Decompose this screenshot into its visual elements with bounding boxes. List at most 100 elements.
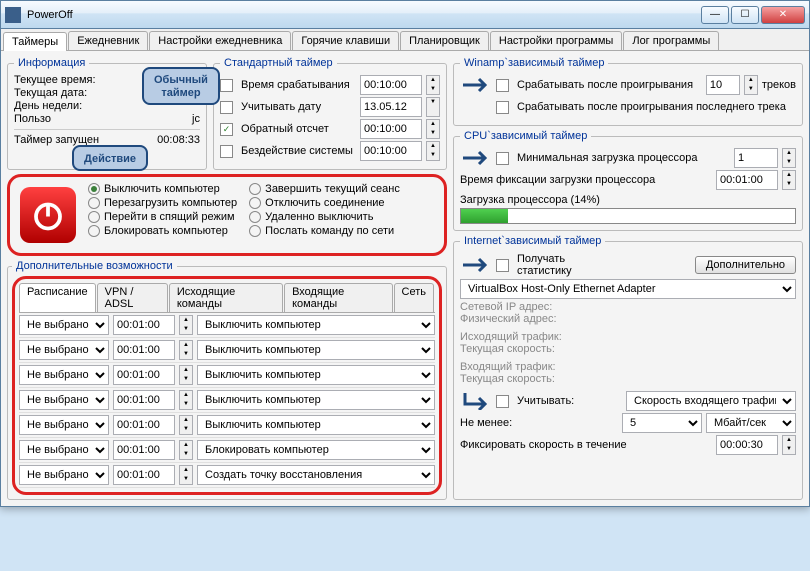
countdown-spinner[interactable]: ▲▼ xyxy=(426,119,440,139)
sched-time-input[interactable] xyxy=(113,440,175,460)
sched-select[interactable]: Не выбрано xyxy=(19,365,109,385)
get-stats-checkbox[interactable] xyxy=(496,259,509,272)
current-time-label: Текущее время: xyxy=(14,74,124,86)
sched-action-select[interactable]: Блокировать компьютер xyxy=(197,440,435,460)
sched-select[interactable]: Не выбрано xyxy=(19,390,109,410)
stab-schedule[interactable]: Расписание xyxy=(19,283,96,312)
not-less-select[interactable]: 5 xyxy=(622,413,702,433)
after-play-checkbox[interactable] xyxy=(496,79,509,92)
power-icon[interactable] xyxy=(20,187,76,243)
sched-select[interactable]: Не выбрано xyxy=(19,340,109,360)
tab-log[interactable]: Лог программы xyxy=(623,31,719,50)
after-last-label: Срабатывать после проигрывания последнег… xyxy=(517,101,796,113)
sched-action-select[interactable]: Создать точку восстановления xyxy=(197,465,435,485)
extra-button[interactable]: Дополнительно xyxy=(695,256,796,274)
sched-action-select[interactable]: Выключить компьютер xyxy=(197,315,435,335)
idle-input[interactable] xyxy=(360,141,422,161)
trigger-time-spinner[interactable]: ▲▼ xyxy=(426,75,440,95)
tab-hotkeys[interactable]: Горячие клавиши xyxy=(292,31,399,50)
tracks-spinner[interactable]: ▲▼ xyxy=(744,75,758,95)
tab-diary-settings[interactable]: Настройки ежедневника xyxy=(149,31,291,50)
stab-vpn[interactable]: VPN / ADSL xyxy=(97,283,168,312)
tab-diary[interactable]: Ежедневник xyxy=(68,31,148,50)
user-label: Пользо xyxy=(14,113,124,125)
idle-checkbox[interactable] xyxy=(220,145,233,158)
consider-checkbox[interactable] xyxy=(496,395,509,408)
fix-speed-spinner[interactable]: ▲▼ xyxy=(782,435,796,455)
tracks-label: треков xyxy=(762,79,796,91)
trigger-time-label: Время срабатывания xyxy=(241,79,356,91)
countdown-input[interactable] xyxy=(360,119,422,139)
sched-time-input[interactable] xyxy=(113,315,175,335)
consider-select[interactable]: Скорость входящего трафика xyxy=(626,391,796,411)
tracks-input[interactable] xyxy=(706,75,740,95)
callout-regular-timer: Обычный таймер xyxy=(142,67,220,105)
maximize-button[interactable]: ☐ xyxy=(731,6,759,24)
stab-incoming[interactable]: Входящие команды xyxy=(284,283,392,312)
use-date-checkbox[interactable] xyxy=(220,101,233,114)
sched-spinner[interactable]: ▲▼ xyxy=(179,440,193,460)
action-lock[interactable]: Блокировать компьютер xyxy=(88,225,237,237)
sched-select[interactable]: Не выбрано xyxy=(19,440,109,460)
internet-group: Internet`зависимый таймер Получать стати… xyxy=(453,235,803,500)
sched-spinner[interactable]: ▲▼ xyxy=(179,415,193,435)
sched-spinner[interactable]: ▲▼ xyxy=(179,390,193,410)
main-tabs: Таймеры Ежедневник Настройки ежедневника… xyxy=(1,29,809,51)
action-send-command[interactable]: Послать команду по сети xyxy=(249,225,400,237)
min-load-checkbox[interactable] xyxy=(496,152,509,165)
tab-scheduler[interactable]: Планировщик xyxy=(400,31,489,50)
extra-group: Дополнительные возможности Расписание VP… xyxy=(7,260,447,500)
sched-row: Не выбрано ▲▼Блокировать компьютер xyxy=(19,438,435,463)
sched-action-select[interactable]: Выключить компьютер xyxy=(197,415,435,435)
get-stats-label: Получать статистику xyxy=(517,253,602,277)
action-group: Выключить компьютер Перезагрузить компью… xyxy=(7,174,447,256)
close-button[interactable]: ✕ xyxy=(761,6,805,24)
sched-action-select[interactable]: Выключить компьютер xyxy=(197,390,435,410)
trigger-time-input[interactable] xyxy=(360,75,422,95)
sched-time-input[interactable] xyxy=(113,365,175,385)
unit-select[interactable]: Мбайт/сек xyxy=(706,413,796,433)
trigger-time-checkbox[interactable] xyxy=(220,79,233,92)
action-logoff[interactable]: Завершить текущий сеанс xyxy=(249,183,400,195)
sched-time-input[interactable] xyxy=(113,415,175,435)
sched-action-select[interactable]: Выключить компьютер xyxy=(197,365,435,385)
tab-timers[interactable]: Таймеры xyxy=(3,32,67,51)
idle-spinner[interactable]: ▲▼ xyxy=(426,141,440,161)
sched-spinner[interactable]: ▲▼ xyxy=(179,340,193,360)
tab-program-settings[interactable]: Настройки программы xyxy=(490,31,622,50)
use-date-input[interactable] xyxy=(360,97,422,117)
fix-time-input[interactable] xyxy=(716,170,778,190)
min-load-input[interactable] xyxy=(734,148,778,168)
adapter-select[interactable]: VirtualBox Host-Only Ethernet Adapter xyxy=(460,279,796,299)
fix-time-spinner[interactable]: ▲▼ xyxy=(782,170,796,190)
action-shutdown[interactable]: Выключить компьютер xyxy=(88,183,237,195)
action-sleep[interactable]: Перейти в спящий режим xyxy=(88,211,237,223)
stab-outgoing[interactable]: Исходящие команды xyxy=(169,283,283,312)
sched-spinner[interactable]: ▲▼ xyxy=(179,315,193,335)
date-dropdown-icon[interactable]: ▼ xyxy=(426,97,440,117)
sched-spinner[interactable]: ▲▼ xyxy=(179,365,193,385)
sched-row: Не выбрано ▲▼Выключить компьютер xyxy=(19,413,435,438)
minimize-button[interactable]: — xyxy=(701,6,729,24)
stab-network[interactable]: Сеть xyxy=(394,283,434,312)
action-disconnect[interactable]: Отключить соединение xyxy=(249,197,400,209)
sched-action-select[interactable]: Выключить компьютер xyxy=(197,340,435,360)
sched-time-input[interactable] xyxy=(113,465,175,485)
sched-select[interactable]: Не выбрано xyxy=(19,465,109,485)
fix-speed-input[interactable] xyxy=(716,435,778,455)
titlebar[interactable]: PowerOff — ☐ ✕ xyxy=(1,1,809,29)
window-title: PowerOff xyxy=(27,9,701,21)
sched-select[interactable]: Не выбрано xyxy=(19,315,109,335)
action-remote-shutdown[interactable]: Удаленно выключить xyxy=(249,211,400,223)
sched-select[interactable]: Не выбрано xyxy=(19,415,109,435)
countdown-checkbox[interactable] xyxy=(220,123,233,136)
sched-row: Не выбрано ▲▼Выключить компьютер xyxy=(19,313,435,338)
min-load-spinner[interactable]: ▲▼ xyxy=(782,148,796,168)
action-restart[interactable]: Перезагрузить компьютер xyxy=(88,197,237,209)
sched-time-input[interactable] xyxy=(113,390,175,410)
sched-tabs: Расписание VPN / ADSL Исходящие команды … xyxy=(19,283,435,313)
current-date-label: Текущая дата: xyxy=(14,87,124,99)
after-last-checkbox[interactable] xyxy=(496,101,509,114)
sched-spinner[interactable]: ▲▼ xyxy=(179,465,193,485)
sched-time-input[interactable] xyxy=(113,340,175,360)
